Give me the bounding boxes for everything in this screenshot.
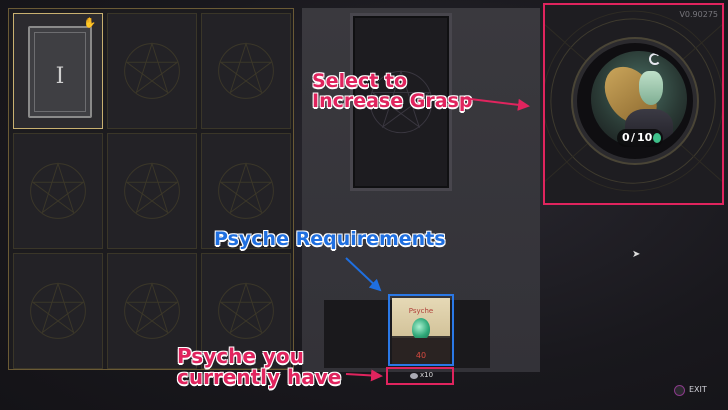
crescent-moon-icon <box>649 53 661 65</box>
grasp-current: 0 <box>622 131 630 144</box>
arcana-card-slot-selected[interactable]: I ✋ <box>13 13 103 129</box>
grasp-gem-icon <box>653 133 661 143</box>
grasp-counter: 0 / 10 <box>617 129 663 147</box>
exit-button-icon <box>674 385 685 396</box>
pentagram-sigil-icon <box>30 162 86 219</box>
psyche-owned-text: x10 <box>420 371 434 379</box>
grasp-panel[interactable]: V0.90275 0 / 10 <box>543 3 724 205</box>
exit-button[interactable]: EXIT <box>674 384 718 398</box>
pentagram-sigil-icon <box>124 42 180 99</box>
arcana-card-grid: I ✋ <box>8 8 294 370</box>
psyche-owned-counter: x10 <box>386 367 454 385</box>
annotation-psyche-have: Psyche you currently have <box>177 344 342 389</box>
card-numeral: I <box>55 64 65 89</box>
grasp-ring-button[interactable]: 0 / 10 <box>573 39 697 163</box>
grasp-separator: / <box>631 131 636 144</box>
arcana-screen: I ✋ Psyche 40 x10 V0.90275 0 / 10 Select… <box>0 0 728 410</box>
arcana-card-slot[interactable] <box>107 133 197 249</box>
cursor-icon: ➤ <box>632 249 641 260</box>
psyche-gem-icon <box>410 373 418 379</box>
pentagram-sigil-icon <box>218 42 274 99</box>
annotation-increase-grasp: Select to Increase Grasp <box>312 70 473 112</box>
exit-label: EXIT <box>689 385 707 394</box>
arcana-card-slot[interactable] <box>13 253 103 369</box>
hand-icon: ✋ <box>83 18 96 29</box>
pentagram-sigil-icon <box>124 162 180 219</box>
psyche-requirements-highlight <box>388 294 454 366</box>
version-label: V0.90275 <box>679 10 718 19</box>
arcana-card-slot[interactable] <box>107 13 197 129</box>
arcana-card-slot[interactable] <box>13 133 103 249</box>
arcana-card-slot[interactable] <box>201 13 291 129</box>
grasp-max: 10 <box>637 131 653 144</box>
annotation-psyche-requirements: Psyche Requirements <box>214 228 446 250</box>
pentagram-sigil-icon <box>30 282 86 339</box>
arcana-card-face: I <box>28 26 92 118</box>
